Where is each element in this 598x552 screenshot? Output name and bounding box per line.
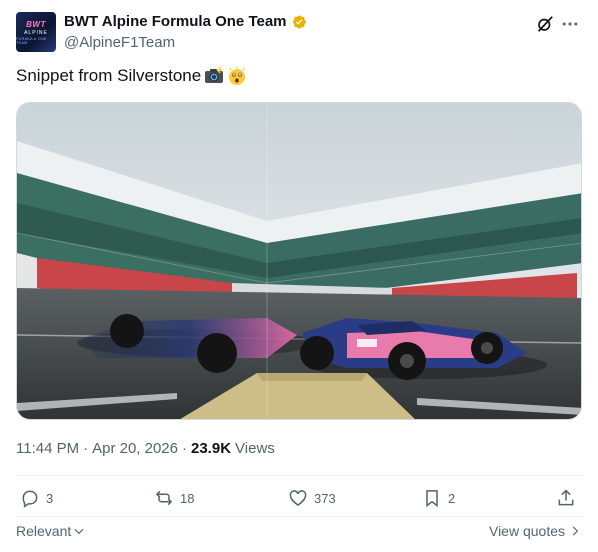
camera-with-flash-emoji <box>204 66 224 86</box>
sort-replies-dropdown[interactable]: Relevant <box>16 523 86 539</box>
sort-label: Relevant <box>16 523 72 539</box>
view-quotes-label: View quotes <box>488 523 565 539</box>
separator: · <box>182 440 187 457</box>
view-quotes-link[interactable]: View quotes <box>489 523 582 539</box>
like-button[interactable]: 373 <box>288 488 336 508</box>
action-bar: 3 18 373 2 <box>16 488 582 512</box>
replies-footer: Relevant View quotes <box>16 523 582 543</box>
divider <box>16 516 582 517</box>
reply-icon <box>22 490 38 508</box>
bookmark-button[interactable]: 2 <box>422 488 455 508</box>
verified-badge-icon[interactable] <box>291 14 307 30</box>
tweet-header: BWT ALPINE FORMULA ONE TEAM BWT Alpine F… <box>16 10 582 54</box>
tweet-body: Snippet from Silverstone <box>16 66 202 85</box>
avatar-text-2: ALPINE <box>24 29 48 36</box>
heart-icon <box>289 490 307 507</box>
separator: · <box>83 440 89 457</box>
bookmark-count: 2 <box>448 490 456 506</box>
chevron-down-icon <box>74 528 84 535</box>
tweet-text: Snippet from Silverstone <box>16 66 247 86</box>
divider <box>16 475 582 476</box>
repost-count: 18 <box>180 490 195 506</box>
name-row: BWT Alpine Formula One Team <box>64 13 307 30</box>
tweet-media-image[interactable] <box>16 102 582 420</box>
bookmark-icon <box>426 490 438 507</box>
share-icon <box>558 489 574 506</box>
like-count: 373 <box>314 490 336 506</box>
avatar[interactable]: BWT ALPINE FORMULA ONE TEAM <box>16 12 56 52</box>
chevron-right-icon <box>572 526 579 536</box>
avatar-text-1: BWT <box>26 19 46 29</box>
author-display-name[interactable]: BWT Alpine Formula One Team <box>64 13 287 30</box>
grok-icon[interactable] <box>536 15 554 33</box>
tweet-date[interactable]: Apr 20, 2026 <box>92 440 178 457</box>
avatar-text-3: FORMULA ONE TEAM <box>16 36 47 45</box>
more-options-icon[interactable] <box>560 14 580 34</box>
reply-count: 3 <box>46 490 54 506</box>
views-label: Views <box>235 440 275 457</box>
repost-icon <box>155 490 173 506</box>
reply-button[interactable]: 3 <box>20 488 53 508</box>
views-count: 23.9K <box>191 440 232 457</box>
share-button[interactable] <box>556 488 576 508</box>
repost-button[interactable]: 18 <box>154 488 194 508</box>
author-handle[interactable]: @AlpineF1Team <box>64 34 175 51</box>
astonished-face-emoji <box>227 66 247 86</box>
tweet-timestamp: 11:44 PM · Apr 20, 2026 · 23.9K Views <box>16 440 275 457</box>
tweet-time[interactable]: 11:44 PM <box>16 440 79 457</box>
race-car-photo <box>17 103 581 419</box>
